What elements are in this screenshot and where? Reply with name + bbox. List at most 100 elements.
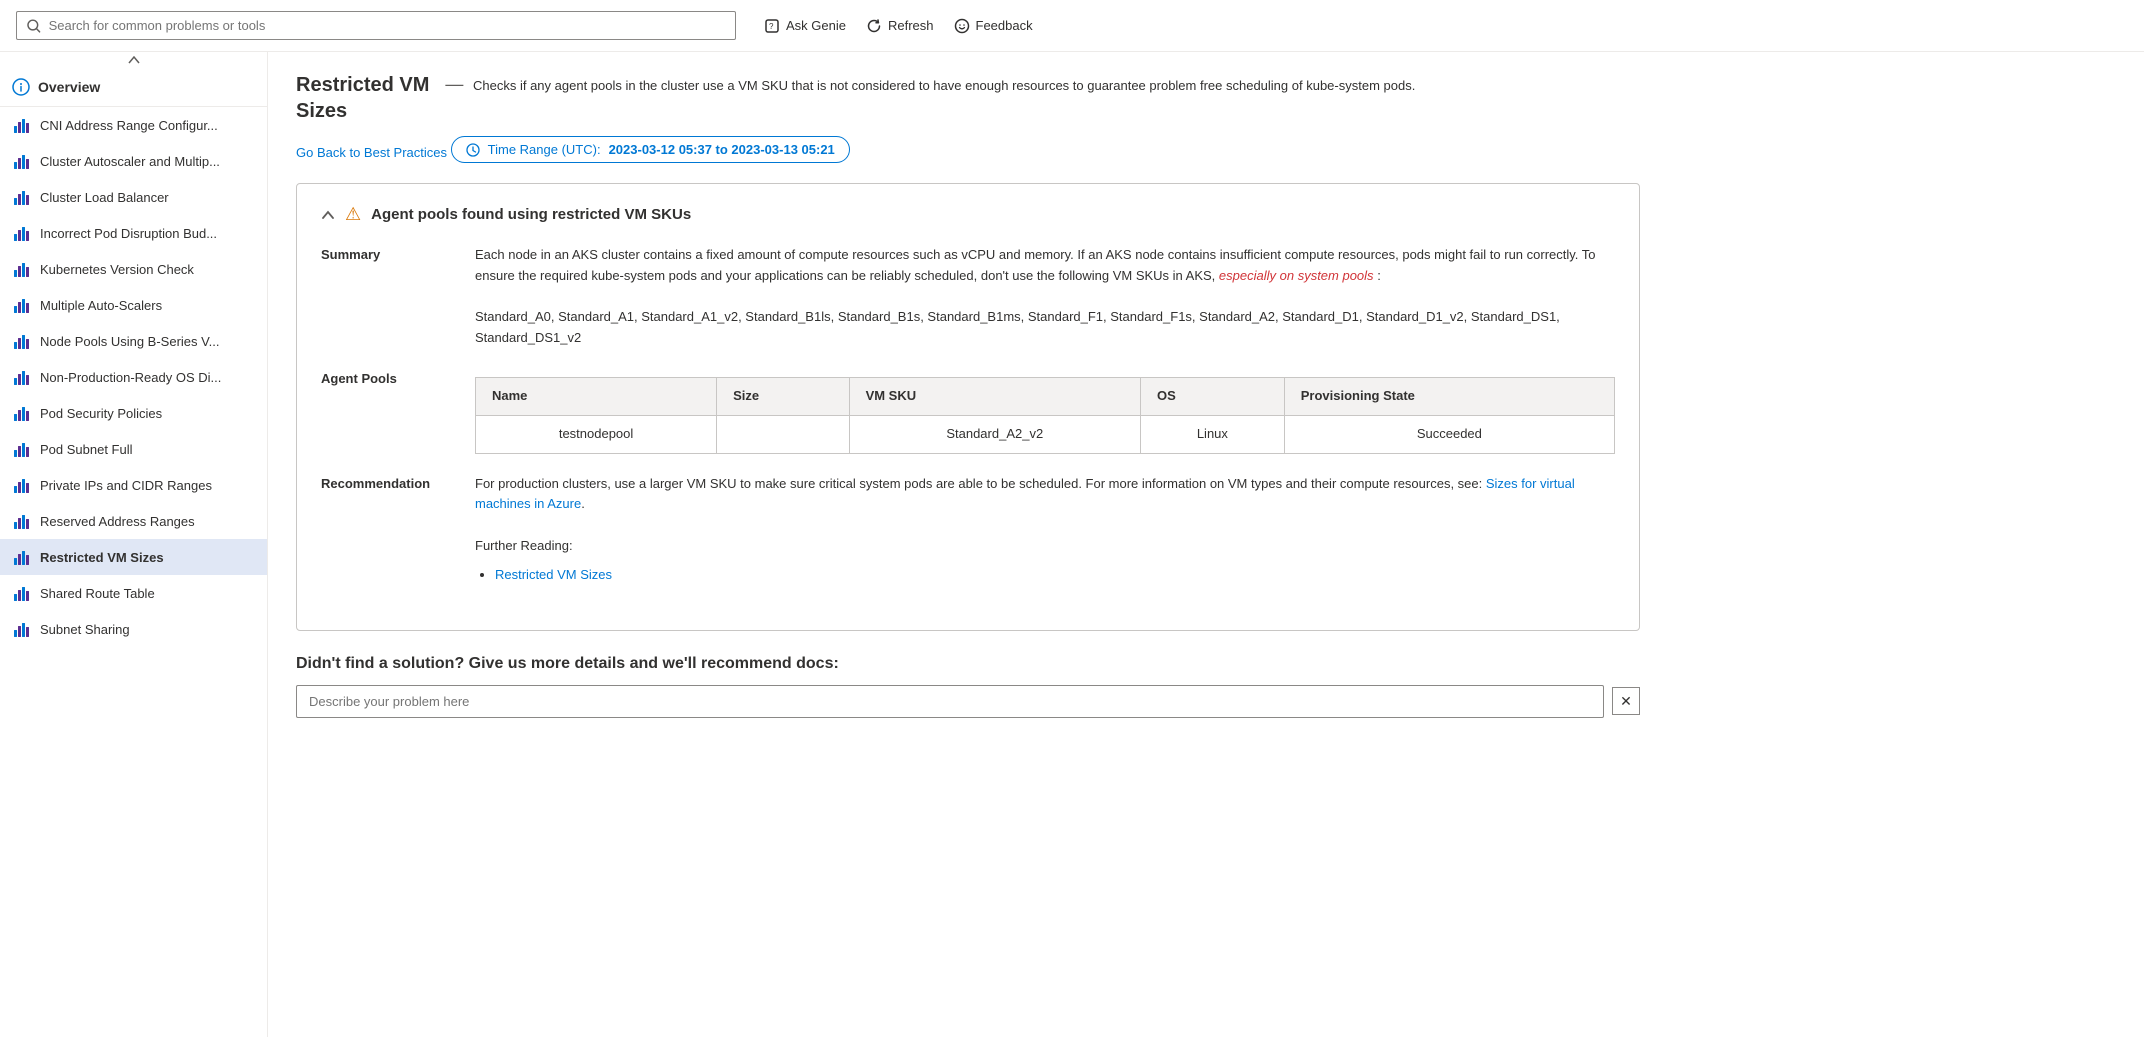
main-layout: Overview CNI Address Range Configur... C… [0,52,2144,1037]
sidebar-item-label: Node Pools Using B-Series V... [40,334,219,349]
info-icon [12,78,30,96]
sidebar-item-cluster-autoscaler[interactable]: Cluster Autoscaler and Multip... [0,143,267,179]
problem-input-row: ✕ [296,685,1640,718]
search-icon [27,19,41,33]
bottom-title: Didn't find a solution? Give us more det… [296,655,1640,673]
sidebar-item-label: Cluster Load Balancer [40,190,169,205]
further-reading-list: Restricted VM Sizes [475,565,1615,586]
sidebar-bar-icon [12,223,32,243]
table-header-cell: Name [476,377,717,415]
sidebar-item-label: Subnet Sharing [40,622,130,637]
card-header: ⚠ Agent pools found using restricted VM … [321,204,1615,225]
sidebar-bar-icon [12,331,32,351]
time-range-badge[interactable]: Time Range (UTC): 2023-03-12 05:37 to 20… [451,136,850,163]
ask-genie-icon: ? [764,18,780,34]
refresh-button[interactable]: Refresh [866,18,934,34]
chevron-up-icon [321,208,335,222]
page-description: Checks if any agent pools in the cluster… [473,74,1415,93]
sidebar-bar-icon [12,583,32,603]
sidebar-item-subnet-sharing[interactable]: Subnet Sharing [0,611,267,647]
agent-pools-label: Agent Pools [321,369,451,454]
sidebar-item-reserved-address[interactable]: Reserved Address Ranges [0,503,267,539]
sidebar-item-shared-route[interactable]: Shared Route Table [0,575,267,611]
sidebar-item-kubernetes-version[interactable]: Kubernetes Version Check [0,251,267,287]
clear-input-button[interactable]: ✕ [1612,687,1640,715]
sidebar-overview[interactable]: Overview [0,68,267,107]
search-box[interactable] [16,11,736,40]
svg-text:?: ? [769,22,774,31]
sidebar-item-restricted-vm[interactable]: Restricted VM Sizes [0,539,267,575]
table-row: testnodepool Standard_A2_v2LinuxSucceeded [476,415,1615,453]
sidebar-bar-icon [12,511,32,531]
table-header-cell: Size [717,377,849,415]
highlight-text: especially on system pools [1219,268,1374,283]
sidebar-item-label: Shared Route Table [40,586,155,601]
sidebar-item-label: Multiple Auto-Scalers [40,298,162,313]
sidebar-item-pod-security[interactable]: Pod Security Policies [0,395,267,431]
further-reading-link[interactable]: Restricted VM Sizes [495,567,612,582]
sidebar-item-label: Cluster Autoscaler and Multip... [40,154,220,169]
back-link[interactable]: Go Back to Best Practices [296,145,447,160]
recommendation-content: For production clusters, use a larger VM… [475,474,1615,590]
content-area: Restricted VM Sizes — Checks if any agen… [268,52,2144,1037]
sidebar-item-node-pools[interactable]: Node Pools Using B-Series V... [0,323,267,359]
table-cell: Standard_A2_v2 [849,415,1140,453]
refresh-icon [866,18,882,34]
sidebar-item-label: Restricted VM Sizes [40,550,164,565]
recommendation-label: Recommendation [321,474,451,590]
table-cell [717,415,849,453]
summary-section: Summary Each node in an AKS cluster cont… [321,245,1615,349]
table-body: testnodepool Standard_A2_v2LinuxSucceeded [476,415,1615,453]
sidebar-item-label: Non-Production-Ready OS Di... [40,370,221,385]
sidebar-item-label: Pod Security Policies [40,406,162,421]
collapse-button[interactable] [321,208,335,222]
summary-label: Summary [321,245,451,349]
content-inner: Restricted VM Sizes — Checks if any agen… [268,52,1668,738]
problem-input[interactable] [296,685,1604,718]
table-header-cell: OS [1140,377,1284,415]
table-header-cell: VM SKU [849,377,1140,415]
table-cell: Linux [1140,415,1284,453]
sidebar-item-pod-subnet[interactable]: Pod Subnet Full [0,431,267,467]
sidebar-bar-icon [12,151,32,171]
table-cell: Succeeded [1284,415,1614,453]
ask-genie-button[interactable]: ? Ask Genie [764,18,846,34]
sidebar-item-cni-address[interactable]: CNI Address Range Configur... [0,107,267,143]
sidebar: Overview CNI Address Range Configur... C… [0,52,268,1037]
table-header-cell: Provisioning State [1284,377,1614,415]
sidebar-item-label: CNI Address Range Configur... [40,118,218,133]
sidebar-bar-icon [12,259,32,279]
sidebar-bar-icon [12,115,32,135]
sidebar-bar-icon [12,547,32,567]
sidebar-item-label: Pod Subnet Full [40,442,133,457]
summary-content: Each node in an AKS cluster contains a f… [475,245,1615,349]
sidebar-item-private-ips[interactable]: Private IPs and CIDR Ranges [0,467,267,503]
topbar-actions: ? Ask Genie Refresh Feedback [764,18,1033,34]
time-range-value: 2023-03-12 05:37 to 2023-03-13 05:21 [609,142,835,157]
sidebar-item-multiple-auto[interactable]: Multiple Auto-Scalers [0,287,267,323]
feedback-button[interactable]: Feedback [954,18,1033,34]
sidebar-bar-icon [12,475,32,495]
time-range-label: Time Range (UTC): [488,142,601,157]
sidebar-bar-icon [12,187,32,207]
feedback-icon [954,18,970,34]
page-title: Restricted VM Sizes [296,72,429,124]
table-cell: testnodepool [476,415,717,453]
sidebar-item-incorrect-pod[interactable]: Incorrect Pod Disruption Bud... [0,215,267,251]
sidebar-bar-icon [12,619,32,639]
card-header-title: Agent pools found using restricted VM SK… [371,206,691,223]
sidebar-bar-icon [12,367,32,387]
list-item: Restricted VM Sizes [495,565,1615,586]
bottom-section: Didn't find a solution? Give us more det… [296,655,1640,718]
agent-pools-section: Agent Pools NameSizeVM SKUOSProvisioning… [321,369,1615,454]
sidebar-bar-icon [12,439,32,459]
agent-pools-content: NameSizeVM SKUOSProvisioning State testn… [475,369,1615,454]
sidebar-item-label: Kubernetes Version Check [40,262,194,277]
page-title-row: Restricted VM Sizes — Checks if any agen… [296,72,1640,124]
sidebar-item-cluster-lb[interactable]: Cluster Load Balancer [0,179,267,215]
warning-icon: ⚠ [345,204,361,225]
search-input[interactable] [49,18,725,33]
sidebar-bar-icon [12,295,32,315]
recommendation-section: Recommendation For production clusters, … [321,474,1615,590]
sidebar-item-non-production[interactable]: Non-Production-Ready OS Di... [0,359,267,395]
